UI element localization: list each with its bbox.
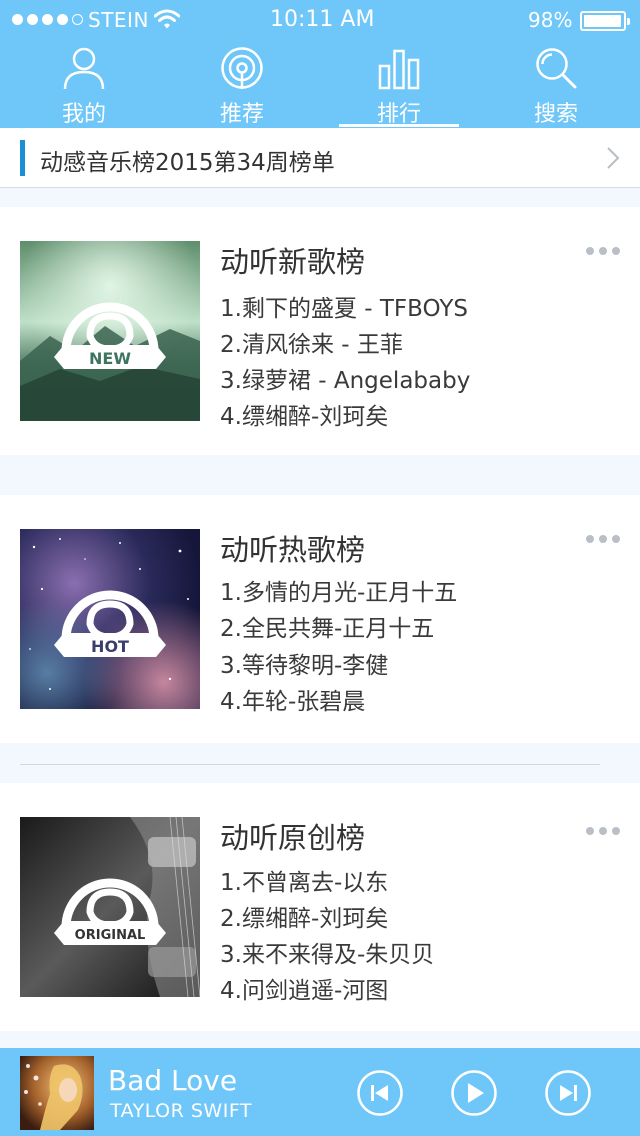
tab-search[interactable]: 搜索 bbox=[476, 40, 636, 128]
accent-bar bbox=[20, 140, 25, 176]
status-bar: STEIN 10:11 AM 98% bbox=[0, 0, 640, 40]
album-art[interactable] bbox=[20, 1056, 94, 1130]
more-options-icon[interactable] bbox=[586, 535, 620, 543]
song-item[interactable]: 1.剩下的盛夏 - TFBOYS bbox=[220, 289, 468, 323]
song-item[interactable]: 2.缥缃醉-刘珂矣 bbox=[220, 899, 388, 933]
chart-card-original[interactable]: ORIGINAL 动听原创榜 1.不曾离去-以东 2.缥缃醉-刘珂矣 3.来不来… bbox=[0, 783, 640, 1031]
song-item[interactable]: 2.全民共舞-正月十五 bbox=[220, 609, 434, 643]
tab-ranking[interactable]: 排行 bbox=[319, 40, 479, 128]
tab-bar: 我的 推荐 排行 搜索 bbox=[0, 40, 640, 128]
song-item[interactable]: 2.清风徐来 - 王菲 bbox=[220, 325, 403, 359]
chart-title: 动听原创榜 bbox=[220, 821, 366, 855]
bar-chart-icon bbox=[378, 49, 420, 90]
cover-badge-text: NEW bbox=[89, 349, 131, 368]
cover-badge-text: HOT bbox=[91, 637, 129, 656]
song-item[interactable]: 3.等待黎明-李健 bbox=[220, 646, 388, 680]
tab-label: 搜索 bbox=[533, 102, 578, 127]
next-track-button[interactable] bbox=[545, 1070, 591, 1116]
battery-icon bbox=[580, 11, 630, 31]
mini-player: Bad Love TAYLOR SWIFT bbox=[0, 1048, 640, 1136]
chart-cover-hot: HOT bbox=[20, 529, 200, 709]
song-item[interactable]: 3.来不来得及-朱贝贝 bbox=[220, 935, 434, 969]
clock: 10:11 AM bbox=[270, 7, 375, 32]
tab-mine[interactable]: 我的 bbox=[4, 40, 164, 128]
song-item[interactable]: 4.缥缃醉-刘珂矣 bbox=[220, 397, 388, 431]
chart-card-new[interactable]: NEW 动听新歌榜 1.剩下的盛夏 - TFBOYS 2.清风徐来 - 王菲 3… bbox=[0, 207, 640, 455]
now-playing-title: Bad Love bbox=[108, 1064, 238, 1097]
now-playing-artist: TAYLOR SWIFT bbox=[110, 1100, 253, 1122]
cover-badge-text: ORIGINAL bbox=[75, 928, 146, 943]
top-bar: STEIN 10:11 AM 98% 我的 推荐 排行 搜索 bbox=[0, 0, 640, 128]
chart-cover-new: NEW bbox=[20, 241, 200, 421]
chevron-right-icon bbox=[607, 147, 620, 169]
song-item[interactable]: 1.不曾离去-以东 bbox=[220, 863, 388, 897]
play-button[interactable] bbox=[451, 1070, 497, 1116]
more-options-icon[interactable] bbox=[586, 827, 620, 835]
signal-strength-icon bbox=[12, 14, 83, 25]
tab-recommend[interactable]: 推荐 bbox=[162, 40, 322, 128]
song-item[interactable]: 1.多情的月光-正月十五 bbox=[220, 573, 457, 607]
chart-title: 动听新歌榜 bbox=[220, 245, 366, 279]
chart-card-hot[interactable]: HOT 动听热歌榜 1.多情的月光-正月十五 2.全民共舞-正月十五 3.等待黎… bbox=[0, 495, 640, 743]
active-tab-indicator bbox=[339, 124, 459, 127]
song-item[interactable]: 4.年轮-张碧晨 bbox=[220, 682, 365, 716]
tab-label: 推荐 bbox=[219, 102, 264, 127]
chart-title: 动听热歌榜 bbox=[220, 533, 366, 567]
search-icon bbox=[536, 48, 577, 89]
weekly-chart-banner[interactable]: 动感音乐榜2015第34周榜单 bbox=[0, 128, 640, 188]
more-options-icon[interactable] bbox=[586, 247, 620, 255]
previous-track-button[interactable] bbox=[357, 1070, 403, 1116]
person-icon bbox=[63, 47, 105, 90]
broadcast-icon bbox=[221, 47, 263, 89]
divider bbox=[20, 764, 600, 765]
wifi-icon bbox=[154, 9, 180, 29]
song-item[interactable]: 3.绿萝裙 - Angelababy bbox=[220, 361, 470, 395]
banner-title: 动感音乐榜2015第34周榜单 bbox=[40, 150, 335, 176]
tab-label: 我的 bbox=[61, 102, 106, 127]
battery-percentage: 98% bbox=[528, 8, 573, 32]
chart-cover-original: ORIGINAL bbox=[20, 817, 200, 997]
carrier-name: STEIN bbox=[88, 8, 149, 32]
song-item[interactable]: 4.问剑逍遥-河图 bbox=[220, 971, 388, 1005]
